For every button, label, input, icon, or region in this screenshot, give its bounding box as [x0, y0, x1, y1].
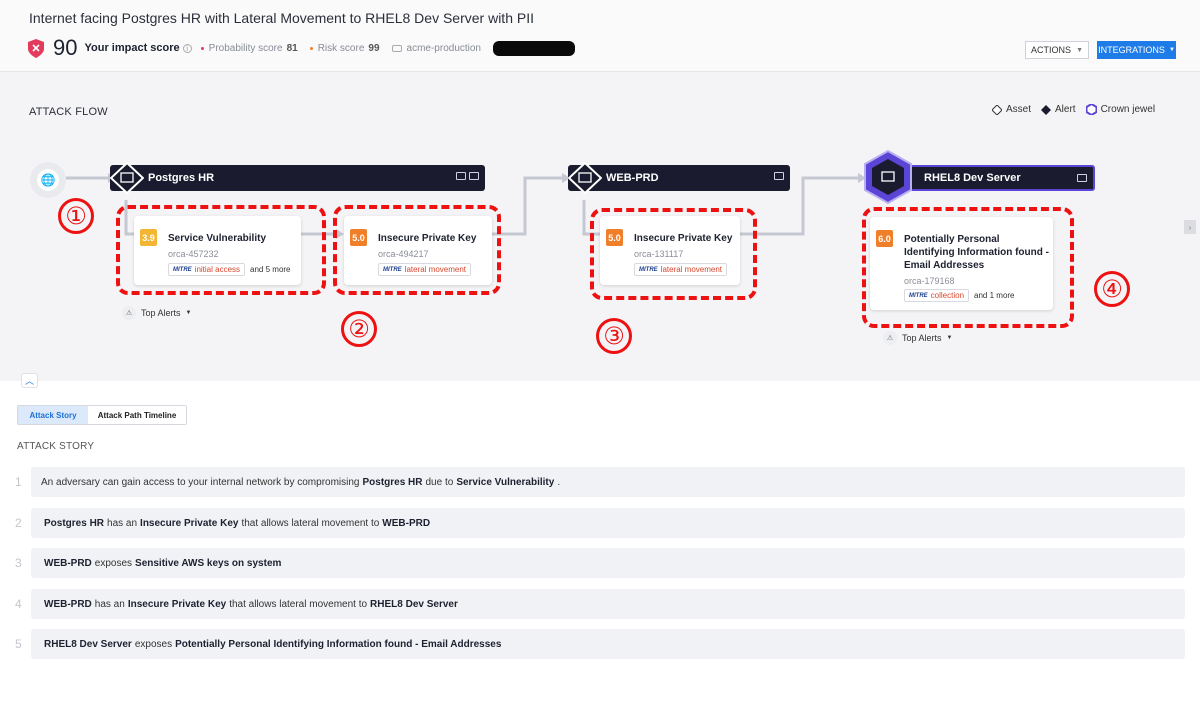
story-entity: Postgres HR	[44, 517, 105, 529]
annotation-box-4	[862, 207, 1074, 328]
actions-button[interactable]: ACTIONS ▼	[1025, 41, 1089, 59]
database-icon	[469, 172, 479, 180]
story-entity: RHEL8 Dev Server	[370, 598, 458, 610]
risk-score: Risk score 99	[309, 42, 380, 54]
story-row: RHEL8 Dev Server exposes Potentially Per…	[31, 629, 1185, 659]
story-text: that allows lateral movement to	[241, 517, 380, 529]
attack-flow-panel: ATTACK FLOW Asset Alert Crown jewel 🌐 Po…	[0, 72, 1200, 381]
page-title: Internet facing Postgres HR with Lateral…	[29, 10, 534, 26]
risk-dot-icon	[309, 46, 313, 50]
account-name: acme-production	[406, 42, 481, 54]
warning-icon: ⚠	[122, 306, 136, 320]
asset-bar-icons	[774, 172, 784, 180]
story-step-number: 2	[15, 516, 22, 530]
story-text: has an	[94, 598, 125, 610]
asset-bar-icons	[1077, 174, 1087, 182]
story-text: has an	[107, 517, 138, 529]
redaction-mark	[493, 40, 575, 56]
annotation-box-3	[590, 208, 757, 300]
story-entity: Postgres HR	[362, 476, 423, 488]
story-entity: WEB-PRD	[44, 598, 92, 610]
caret-down-icon: ▼	[185, 310, 192, 316]
collapse-panel-button[interactable]: ︿	[21, 373, 38, 388]
story-entity: Insecure Private Key	[140, 517, 239, 529]
top-alerts-dropdown[interactable]: ⚠ Top Alerts ▼	[122, 306, 191, 320]
tab-attack-story[interactable]: Attack Story	[18, 406, 88, 424]
story-row: WEB-PRD has an Insecure Private Key that…	[31, 589, 1185, 619]
story-text: exposes	[94, 557, 133, 569]
tab-attack-path-timeline[interactable]: Attack Path Timeline	[88, 406, 186, 424]
story-row: WEB-PRD exposes Sensitive AWS keys on sy…	[31, 548, 1185, 578]
story-entity: WEB-PRD	[382, 517, 431, 529]
score-row: 90 Your impact score i Probability score…	[28, 36, 575, 60]
chevron-up-icon: ︿	[24, 376, 34, 386]
probability-score-label: Probability score	[208, 42, 283, 54]
story-text: that allows lateral movement to	[229, 598, 368, 610]
integrations-button[interactable]: INTEGRATIONS ▼	[1097, 41, 1176, 59]
page-header: Internet facing Postgres HR with Lateral…	[0, 0, 1200, 72]
story-row: An adversary can gain access to your int…	[31, 467, 1185, 497]
story-step-number: 3	[15, 556, 22, 570]
story-entity: Insecure Private Key	[127, 598, 227, 610]
attack-story-title: ATTACK STORY	[17, 441, 95, 452]
probability-score-value: 81	[286, 42, 298, 54]
annotation-number-2: ②	[341, 311, 377, 347]
top-alerts-label: Top Alerts	[141, 308, 181, 318]
story-entity: Potentially Personal Identifying Informa…	[175, 638, 502, 650]
story-tabs: Attack Story Attack Path Timeline	[17, 405, 187, 425]
probability-dot-icon	[200, 46, 204, 50]
risk-score-value: 99	[368, 42, 380, 54]
monitor-icon	[456, 172, 466, 180]
monitor-icon	[1077, 174, 1087, 182]
cloud-account-icon	[391, 44, 402, 52]
story-text: An adversary can gain access to your int…	[41, 476, 360, 488]
asset-name: WEB-PRD	[606, 172, 659, 184]
monitor-icon	[774, 172, 784, 180]
story-entity: RHEL8 Dev Server	[44, 638, 132, 650]
story-entity: Sensitive AWS keys on system	[135, 557, 282, 569]
integrations-label: INTEGRATIONS	[1098, 45, 1165, 55]
scroll-right-icon[interactable]: ›	[1184, 220, 1196, 234]
warning-icon: ⚠	[883, 331, 897, 345]
info-icon[interactable]: i	[182, 43, 192, 53]
asset-bar-icons	[456, 172, 479, 180]
actions-label: ACTIONS	[1031, 45, 1072, 55]
asset-diamond-icon	[110, 162, 144, 194]
account-info[interactable]: acme-production	[391, 42, 481, 54]
story-text: due to	[425, 476, 454, 488]
story-text: exposes	[134, 638, 173, 650]
asset-diamond-icon	[568, 162, 602, 194]
globe-icon: 🌐	[37, 169, 59, 191]
caret-down-icon: ▼	[1168, 47, 1175, 53]
annotation-box-2	[333, 205, 501, 295]
chevron-down-icon: ▼	[1076, 46, 1083, 54]
shield-alert-icon	[28, 38, 44, 58]
probability-score: Probability score 81	[200, 42, 298, 54]
impact-score-value: 90	[53, 35, 78, 60]
impact-score-label: Your impact score	[84, 42, 180, 54]
asset-name: Postgres HR	[148, 172, 215, 184]
asset-node-postgres-hr[interactable]: Postgres HR	[110, 165, 485, 191]
story-text: .	[557, 476, 561, 488]
story-entity: WEB-PRD	[44, 557, 92, 569]
top-alerts-label: Top Alerts	[902, 333, 942, 343]
story-step-number: 1	[15, 475, 22, 489]
risk-score-label: Risk score	[317, 42, 365, 54]
story-step-number: 4	[15, 597, 22, 611]
story-step-number: 5	[15, 637, 22, 651]
story-entity: Service Vulnerability	[456, 476, 555, 488]
internet-entry-node[interactable]: 🌐	[30, 162, 66, 198]
story-row: Postgres HR has an Insecure Private Key …	[31, 508, 1185, 538]
annotation-number-4: ④	[1094, 271, 1130, 307]
asset-name: RHEL8 Dev Server	[924, 172, 1021, 184]
annotation-number-1: ①	[58, 198, 94, 234]
crown-jewel-hex-icon	[864, 149, 912, 205]
caret-down-icon: ▼	[946, 335, 953, 341]
top-alerts-dropdown-2[interactable]: ⚠ Top Alerts ▼	[883, 331, 952, 345]
annotation-number-3: ③	[596, 318, 632, 354]
annotation-box-1	[116, 205, 326, 295]
